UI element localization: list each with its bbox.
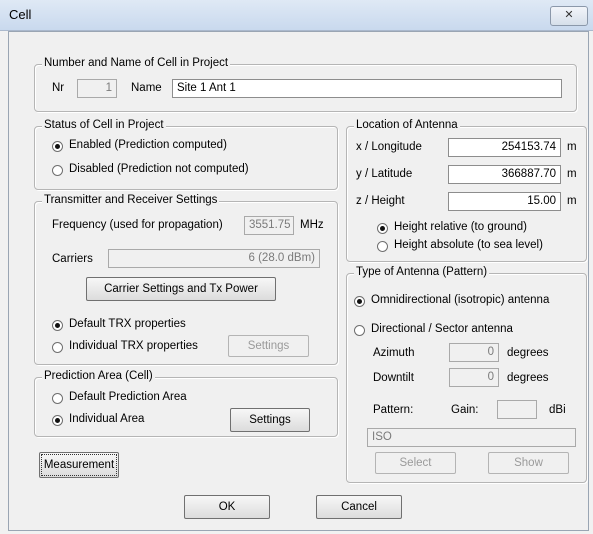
omni-label[interactable]: Omnidirectional (isotropic) antenna [371, 294, 549, 306]
trx-settings-button[interactable]: Settings [228, 335, 309, 357]
downtilt-field: 0 [449, 368, 499, 387]
nr-field: 1 [77, 79, 117, 98]
close-button[interactable]: ✕ [550, 6, 588, 26]
gain-field [497, 400, 537, 419]
height-relative-radio[interactable] [377, 223, 388, 234]
name-label: Name [131, 82, 162, 94]
frequency-label: Frequency (used for propagation) [52, 219, 223, 231]
z-unit: m [567, 195, 577, 207]
directional-label[interactable]: Directional / Sector antenna [371, 323, 513, 335]
enabled-radio[interactable] [52, 141, 63, 152]
downtilt-label: Downtilt [373, 372, 414, 384]
antenna-group-legend: Type of Antenna (Pattern) [354, 266, 490, 278]
frequency-field: 3551.75 [244, 216, 294, 235]
prediction-settings-button[interactable]: Settings [230, 408, 310, 432]
pattern-label: Pattern: [373, 404, 414, 416]
azimuth-unit: degrees [507, 347, 549, 359]
z-field[interactable]: 15.00 [448, 192, 561, 211]
window-title: Cell [9, 7, 32, 22]
cancel-button[interactable]: Cancel [316, 495, 402, 519]
y-label: y / Latitude [356, 168, 413, 180]
z-label: z / Height [356, 195, 405, 207]
prediction-group-legend: Prediction Area (Cell) [42, 370, 155, 382]
close-icon: ✕ [564, 9, 574, 21]
x-label: x / Longitude [356, 141, 422, 153]
height-relative-label[interactable]: Height relative (to ground) [394, 221, 527, 233]
disabled-radio[interactable] [52, 165, 63, 176]
default-prediction-radio[interactable] [52, 393, 63, 404]
carrier-settings-button[interactable]: Carrier Settings and Tx Power [86, 277, 276, 301]
height-absolute-label[interactable]: Height absolute (to sea level) [394, 239, 543, 251]
default-prediction-label[interactable]: Default Prediction Area [69, 391, 187, 403]
trx-group-legend: Transmitter and Receiver Settings [42, 194, 220, 206]
frequency-unit: MHz [300, 219, 324, 231]
y-unit: m [567, 168, 577, 180]
enabled-label[interactable]: Enabled (Prediction computed) [69, 139, 227, 151]
y-field[interactable]: 366887.70 [448, 165, 561, 184]
carriers-field: 6 (28.0 dBm) [108, 249, 320, 268]
default-trx-radio[interactable] [52, 320, 63, 331]
status-group-legend: Status of Cell in Project [42, 119, 166, 131]
default-trx-label[interactable]: Default TRX properties [69, 318, 186, 330]
ok-button[interactable]: OK [184, 495, 270, 519]
select-pattern-button[interactable]: Select [375, 452, 456, 474]
individual-trx-radio[interactable] [52, 342, 63, 353]
azimuth-label: Azimuth [373, 347, 415, 359]
status-group: Status of Cell in Project [34, 119, 338, 190]
location-group-legend: Location of Antenna [354, 119, 460, 131]
show-pattern-button[interactable]: Show [488, 452, 569, 474]
measurement-button[interactable]: Measurement [39, 452, 119, 478]
disabled-label[interactable]: Disabled (Prediction not computed) [69, 163, 249, 175]
name-group-legend: Number and Name of Cell in Project [42, 57, 231, 69]
omni-radio[interactable] [354, 296, 365, 307]
individual-area-radio[interactable] [52, 415, 63, 426]
individual-trx-label[interactable]: Individual TRX properties [69, 340, 198, 352]
x-field[interactable]: 254153.74 [448, 138, 561, 157]
height-absolute-radio[interactable] [377, 241, 388, 252]
gain-unit: dBi [549, 404, 566, 416]
nr-label: Nr [52, 82, 65, 94]
azimuth-field: 0 [449, 343, 499, 362]
individual-area-label[interactable]: Individual Area [69, 413, 144, 425]
gain-label: Gain: [451, 404, 479, 416]
directional-radio[interactable] [354, 325, 365, 336]
title-bar: Cell ✕ [0, 0, 593, 31]
pattern-field: ISO [367, 428, 576, 447]
x-unit: m [567, 141, 577, 153]
carriers-label: Carriers [52, 253, 93, 265]
name-field[interactable]: Site 1 Ant 1 [172, 79, 562, 98]
downtilt-unit: degrees [507, 372, 549, 384]
